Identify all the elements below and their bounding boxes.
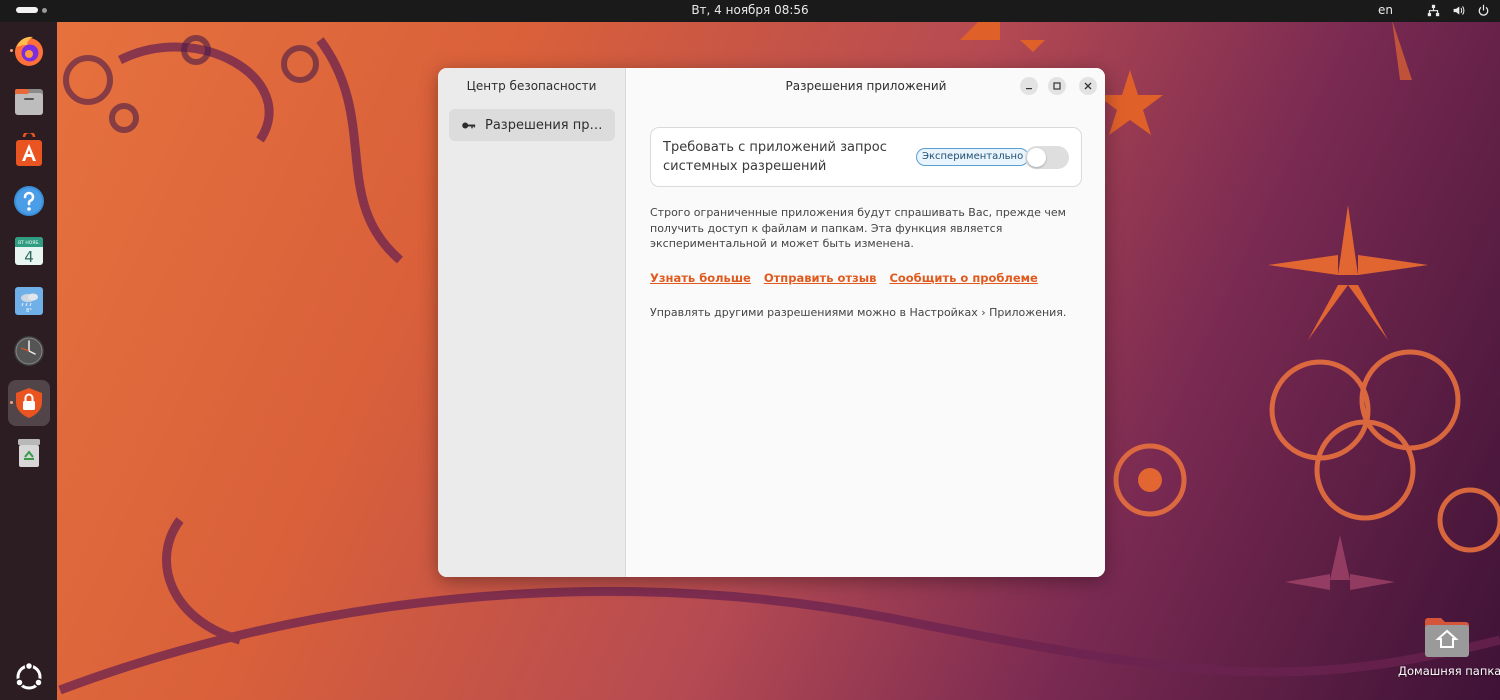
close-icon	[1084, 82, 1092, 90]
minimize-button[interactable]	[1020, 77, 1038, 95]
security-center-window: Центр безопасности Разрешения приложений…	[438, 68, 1105, 577]
sidebar-item-app-permissions[interactable]: Разрешения приложений	[449, 109, 615, 141]
report-issue-link[interactable]: Сообщить о проблеме	[889, 271, 1037, 285]
files-icon	[11, 83, 47, 119]
security-center-icon	[11, 385, 47, 421]
clock[interactable]: Вт, 4 ноября 08:56	[0, 3, 1500, 17]
help-icon	[11, 183, 47, 219]
maximize-button[interactable]	[1048, 77, 1066, 95]
power-icon[interactable]	[1477, 4, 1490, 17]
running-indicator	[10, 401, 13, 404]
close-button[interactable]	[1079, 77, 1097, 95]
permission-setting-row: Требовать с приложений запрос системных …	[650, 127, 1082, 187]
show-apps-button[interactable]	[8, 656, 50, 698]
dock-app-clocks[interactable]	[8, 330, 50, 372]
calendar-badge-day: 4	[24, 248, 34, 266]
feature-description: Строго ограниченные приложения будут спр…	[650, 206, 1066, 250]
keyboard-layout-indicator[interactable]: en	[1378, 3, 1393, 17]
volume-icon[interactable]	[1452, 4, 1465, 17]
top-panel: Вт, 4 ноября 08:56 en	[0, 0, 1500, 22]
firefox-icon	[11, 33, 47, 69]
dock-app-weather[interactable]: 8°	[8, 280, 50, 322]
settings-hint: Управлять другими разрешениями можно в Н…	[650, 306, 1067, 319]
dock-app-firefox[interactable]	[8, 30, 50, 72]
dock: ВТ НОЯБ. 4 8°	[0, 22, 57, 700]
calendar-badge-month: ВТ НОЯБ.	[18, 240, 40, 246]
weather-icon: 8°	[11, 283, 47, 319]
sidebar: Центр безопасности Разрешения приложений	[438, 68, 626, 577]
running-indicator	[10, 49, 13, 52]
ubuntu-logo-icon	[11, 659, 47, 695]
calendar-icon: ВТ НОЯБ. 4	[11, 233, 47, 269]
trash-icon	[11, 435, 47, 471]
maximize-icon	[1053, 82, 1061, 90]
setting-label: Требовать с приложений запрос системных …	[663, 140, 887, 174]
weather-temp: 8°	[26, 308, 32, 314]
desktop-home-folder[interactable]: Домашняя папка	[1398, 613, 1500, 678]
dock-app-files[interactable]	[8, 80, 50, 122]
learn-more-link[interactable]: Узнать больше	[650, 271, 751, 285]
dock-app-app-center[interactable]	[8, 130, 50, 172]
dock-app-trash[interactable]	[8, 432, 50, 474]
toggle-knob	[1027, 148, 1046, 167]
app-center-icon	[11, 133, 47, 169]
experimental-badge: Экспериментально	[916, 148, 1030, 166]
dock-app-security-center[interactable]	[8, 380, 50, 426]
links-row: Узнать больше Отправить отзыв Сообщить о…	[650, 271, 1038, 285]
sidebar-item-label: Разрешения приложений	[485, 117, 603, 133]
send-feedback-link[interactable]: Отправить отзыв	[764, 271, 877, 285]
permission-prompt-toggle[interactable]	[1025, 146, 1069, 169]
main-content: Разрешения приложений Требовать с прилож…	[627, 68, 1105, 577]
network-icon[interactable]	[1427, 4, 1440, 17]
home-folder-icon	[1398, 613, 1496, 659]
key-icon	[461, 118, 476, 133]
system-tray[interactable]: en	[1378, 3, 1490, 17]
sidebar-title: Центр безопасности	[466, 79, 597, 93]
dock-app-help[interactable]	[8, 180, 50, 222]
clock-icon	[11, 333, 47, 369]
minimize-icon	[1025, 82, 1033, 90]
dock-app-calendar[interactable]: ВТ НОЯБ. 4	[8, 230, 50, 272]
home-folder-label: Домашняя папка	[1398, 664, 1500, 678]
